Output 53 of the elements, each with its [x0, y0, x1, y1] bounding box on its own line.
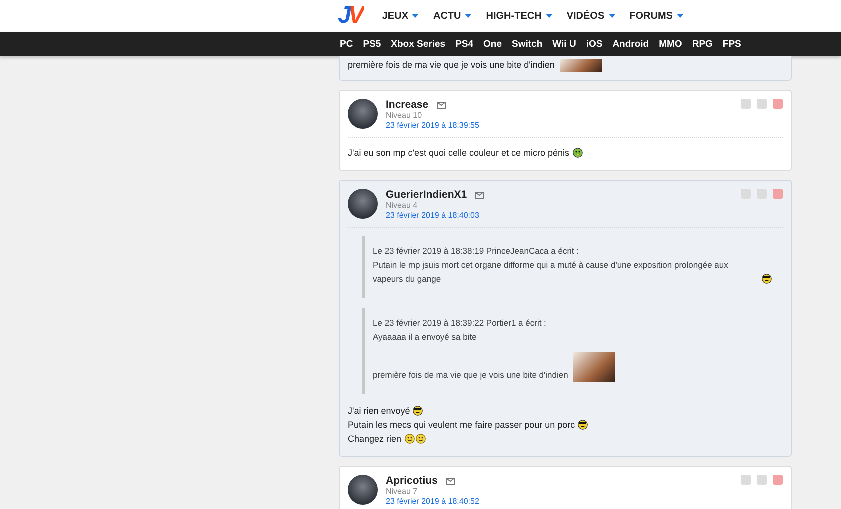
envelope-icon[interactable]: [446, 478, 455, 484]
nav-menu-item[interactable]: JEUX: [382, 10, 420, 22]
envelope-icon[interactable]: [436, 102, 446, 108]
laughing-smiley-icon: [762, 274, 772, 284]
post-date-link[interactable]: 23 février 2019 à 18:39:55: [386, 121, 733, 131]
user-level: Niveau 10: [386, 111, 424, 121]
message-text: Changez rien: [348, 433, 402, 446]
nav-menu-item[interactable]: VIDÉOS: [566, 10, 616, 22]
platform-link[interactable]: PC: [340, 38, 354, 50]
nav-menu-item[interactable]: FORUMS: [630, 10, 684, 22]
caret-icon: [546, 14, 553, 18]
quote-header: Le 23 février 2019 à 18:38:19 PrinceJeanCaca a écrit :: [373, 245, 580, 258]
post-date-link[interactable]: 23 février 2019 à 18:40:03: [386, 211, 733, 221]
platform-link[interactable]: RPG: [692, 38, 713, 50]
message-text: première fois de ma vie que je vois une bite d'indien: [348, 59, 555, 72]
platform-link[interactable]: Android: [612, 38, 650, 50]
smiley-icon: [416, 434, 426, 444]
platform-link[interactable]: Wii U: [552, 38, 576, 50]
message-text: première fois de ma vie que je vois une bite d'indien: [373, 369, 568, 382]
platform-link[interactable]: PS4: [456, 38, 474, 50]
platform-link[interactable]: iOS: [586, 38, 603, 50]
quote-header: Le 23 février 2019 à 18:39:22 Portier1 a écrit :: [373, 317, 548, 330]
avatar-placeholder: [348, 99, 378, 129]
author-name[interactable]: Increase: [386, 99, 429, 111]
grinning-smiley-icon: [572, 148, 583, 158]
nav-menu-item[interactable]: ACTU: [433, 10, 472, 22]
caret-icon: [412, 14, 420, 18]
platform-link[interactable]: Switch: [512, 38, 543, 50]
platform-link[interactable]: MMO: [659, 38, 682, 50]
platform-link[interactable]: FPS: [722, 38, 742, 50]
avatar-placeholder: [348, 475, 378, 505]
platform-link[interactable]: PS5: [363, 38, 382, 50]
author-name[interactable]: GuerierIndienX1: [386, 189, 468, 201]
message-text: Ayaaaaa il a envoyé sa bite: [373, 331, 477, 344]
message-text: J'ai eu son mp c'est quoi celle couleur et ce micro pénis: [348, 147, 570, 160]
message-text: J'ai rien envoyé: [348, 405, 410, 418]
caret-icon: [608, 14, 616, 18]
envelope-icon[interactable]: [475, 192, 484, 198]
caret-icon: [676, 14, 684, 18]
message-text: Putain les mecs qui veulent me faire passer pour un porc: [348, 419, 576, 432]
nav-menu-item[interactable]: HIGH-TECH: [486, 10, 553, 22]
author-name[interactable]: Apricotius: [386, 475, 438, 487]
platform-link[interactable]: One: [484, 38, 502, 50]
caret-icon: [465, 14, 472, 18]
user-level: Niveau 4: [386, 201, 419, 211]
user-level: Niveau 7: [386, 487, 419, 497]
post-date-link[interactable]: 23 février 2019 à 18:40:52: [386, 497, 733, 507]
laughing-smiley-icon: [413, 406, 424, 416]
avatar-placeholder: [348, 189, 378, 219]
message-text: Putain le mp jsuis mort cet organe difforme qui a muté à cause d'une exposition prolongée aux vapeurs du gange: [373, 259, 730, 286]
platform-link[interactable]: Xbox Series: [391, 38, 446, 50]
smiley-icon: [404, 434, 415, 444]
laughing-smiley-icon: [578, 420, 588, 430]
